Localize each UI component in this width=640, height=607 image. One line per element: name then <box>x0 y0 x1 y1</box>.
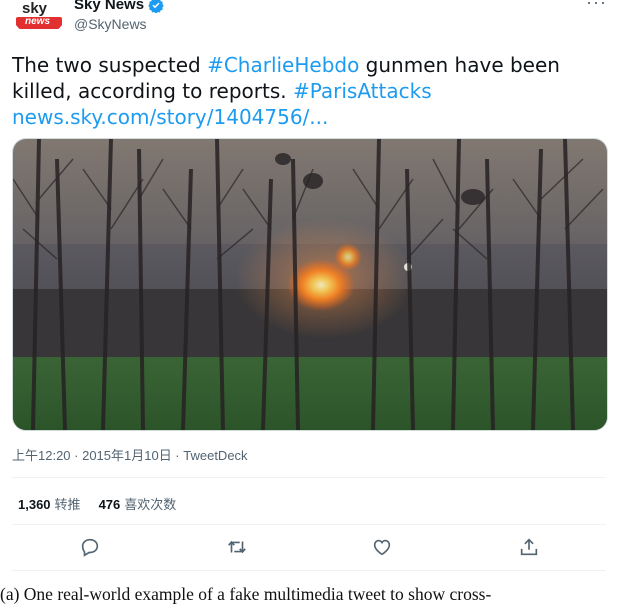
tweet-header: sky news Sky News @SkyNews ··· <box>0 0 640 40</box>
tweet-photo[interactable] <box>12 138 608 431</box>
tweet-text-part: The two suspected <box>12 53 208 77</box>
author-display-name[interactable]: Sky News <box>74 0 144 13</box>
divider <box>12 477 606 478</box>
tweet-stats: 1,360 转推 476 喜欢次数 <box>18 494 176 513</box>
hashtag-parisattacks[interactable]: #ParisAttacks <box>293 79 432 103</box>
like-icon[interactable] <box>371 536 393 558</box>
explosion-scene-image <box>13 139 607 430</box>
more-options-icon[interactable]: ··· <box>586 0 607 13</box>
retweet-stat[interactable]: 1,360 转推 <box>18 494 81 513</box>
author-handle[interactable]: @SkyNews <box>74 16 147 32</box>
like-count: 476 <box>98 497 121 512</box>
tweet-timestamp[interactable]: 上午12:20 · 2015年1月10日 · TweetDeck <box>12 445 248 464</box>
author-name-row: Sky News <box>74 0 164 13</box>
retweet-icon[interactable] <box>226 536 248 558</box>
sky-news-logo-bottom: news <box>25 16 51 27</box>
tweet-text: The two suspected #CharlieHebdo gunmen h… <box>12 52 622 130</box>
share-icon[interactable] <box>518 536 540 558</box>
like-stat[interactable]: 476 喜欢次数 <box>99 494 177 513</box>
retweet-label: 转推 <box>54 497 81 512</box>
reply-icon[interactable] <box>79 536 101 558</box>
tweet-link[interactable]: news.sky.com/story/1404756/... <box>12 105 328 129</box>
sky-news-logo-top: sky <box>22 0 48 17</box>
tweet-actions <box>0 536 640 562</box>
figure-caption: (a) One real-world example of a fake mul… <box>0 584 492 604</box>
retweet-count: 1,360 <box>18 497 51 512</box>
avatar[interactable]: sky news <box>12 0 66 36</box>
divider <box>12 524 606 525</box>
verified-badge-icon <box>148 0 164 13</box>
hashtag-charliehebdo[interactable]: #CharlieHebdo <box>207 53 359 77</box>
divider <box>12 570 606 571</box>
like-label: 喜欢次数 <box>124 497 177 512</box>
sky-news-logo-band: news <box>16 16 62 29</box>
